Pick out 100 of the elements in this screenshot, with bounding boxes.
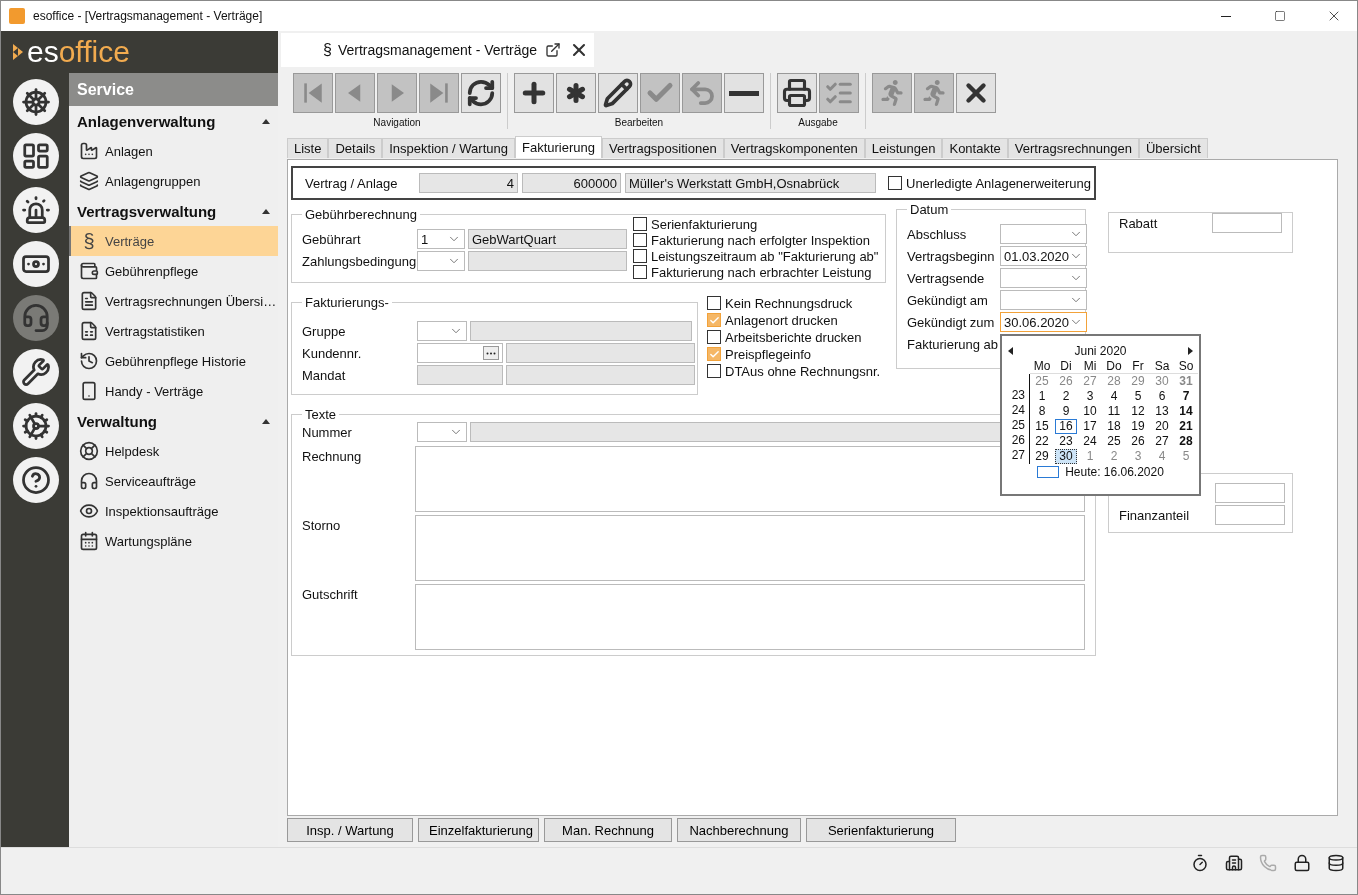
tab[interactable]: Inspektion / Wartung xyxy=(382,138,515,158)
calendar-day[interactable]: 8 xyxy=(1031,404,1053,419)
checkbox[interactable] xyxy=(707,296,721,310)
calendar-day[interactable]: 18 xyxy=(1103,419,1125,434)
today-link[interactable]: Heute: 16.06.2020 xyxy=(1065,465,1164,479)
calendar-day[interactable]: 30 xyxy=(1055,449,1077,464)
calendar-day[interactable]: 12 xyxy=(1127,404,1149,419)
calendar-day[interactable]: 10 xyxy=(1079,404,1101,419)
calendar-day[interactable]: 24 xyxy=(1079,434,1101,449)
calendar-day[interactable]: 5 xyxy=(1175,449,1197,464)
module-button[interactable] xyxy=(13,79,59,125)
section-title[interactable]: Verwaltung xyxy=(77,412,158,430)
dropdown[interactable] xyxy=(1000,290,1087,310)
calendar-day[interactable]: 25 xyxy=(1103,434,1125,449)
nav-item[interactable]: Inspektionsaufträge xyxy=(69,496,278,526)
checkbox[interactable] xyxy=(633,233,647,247)
discount-field[interactable] xyxy=(1212,213,1282,233)
calendar-day[interactable]: 7 xyxy=(1175,389,1197,404)
dropdown[interactable] xyxy=(417,251,465,271)
checkbox[interactable] xyxy=(707,313,721,327)
calendar-day[interactable]: 4 xyxy=(1151,449,1173,464)
text-field[interactable]: GebWartQuart xyxy=(468,229,627,249)
object-number-field[interactable]: 600000 xyxy=(522,173,621,193)
toolbar-button[interactable] xyxy=(514,73,554,113)
document-tab[interactable]: § Vertragsmanagement - Verträge xyxy=(281,33,594,67)
tab[interactable]: Fakturierung xyxy=(514,136,602,158)
module-button[interactable] xyxy=(13,349,59,395)
toolbar-button[interactable] xyxy=(724,73,764,113)
contract-number-field[interactable]: 4 xyxy=(419,173,518,193)
calendar-day[interactable]: 22 xyxy=(1031,434,1053,449)
calendar-day[interactable]: 9 xyxy=(1055,404,1077,419)
calendar-day[interactable]: 3 xyxy=(1127,449,1149,464)
amount-field[interactable] xyxy=(1215,483,1285,503)
calendar-day[interactable]: 19 xyxy=(1127,419,1149,434)
calendar-day[interactable]: 11 xyxy=(1103,404,1125,419)
calendar-day[interactable]: 13 xyxy=(1151,404,1173,419)
nav-item[interactable]: Anlagen xyxy=(69,136,278,166)
calendar-day[interactable]: 2 xyxy=(1103,449,1125,464)
tab[interactable]: Übersicht xyxy=(1138,138,1208,158)
calendar-day[interactable]: 29 xyxy=(1127,374,1149,389)
text-field[interactable] xyxy=(470,321,692,341)
calendar-day[interactable]: 27 xyxy=(1079,374,1101,389)
calendar-day[interactable]: 14 xyxy=(1175,404,1197,419)
building-icon[interactable] xyxy=(1225,854,1243,872)
calendar-day[interactable]: 28 xyxy=(1103,374,1125,389)
calendar-day[interactable]: 4 xyxy=(1103,389,1125,404)
action-button[interactable]: Einzelfakturierung xyxy=(418,818,539,842)
share-field[interactable] xyxy=(1215,505,1285,525)
calendar-day[interactable]: 26 xyxy=(1055,374,1077,389)
lock-icon[interactable] xyxy=(1293,854,1311,872)
nav-item[interactable]: Gebührenpflege xyxy=(69,256,278,286)
previous-month-icon[interactable] xyxy=(1008,347,1013,355)
module-button[interactable] xyxy=(13,133,59,179)
calendar-day[interactable]: 29 xyxy=(1031,449,1053,464)
section-title[interactable]: Vertragsverwaltung xyxy=(77,202,217,220)
calendar-day[interactable]: 31 xyxy=(1175,374,1197,389)
calendar-day[interactable]: 3 xyxy=(1079,389,1101,404)
dropdown[interactable]: 1 xyxy=(417,229,465,249)
calendar-day[interactable]: 6 xyxy=(1151,389,1173,404)
dropdown[interactable]: 30.06.2020 xyxy=(1000,312,1087,332)
tab[interactable]: Vertragspositionen xyxy=(601,138,724,158)
database-icon[interactable] xyxy=(1327,854,1345,872)
toolbar-button[interactable] xyxy=(461,73,501,113)
checkbox[interactable] xyxy=(633,217,647,231)
checkbox[interactable] xyxy=(707,364,721,378)
nav-item[interactable]: Handy - Verträge xyxy=(69,376,278,406)
calendar-day[interactable]: 15 xyxy=(1031,419,1053,434)
more-icon[interactable] xyxy=(483,346,499,360)
section-title[interactable]: Anlagenverwaltung xyxy=(77,112,216,130)
toolbar-button[interactable] xyxy=(556,73,596,113)
text-field[interactable] xyxy=(506,365,695,385)
nav-item[interactable]: Wartungspläne xyxy=(69,526,278,556)
calendar-day[interactable]: 17 xyxy=(1079,419,1101,434)
collapse-icon[interactable] xyxy=(262,418,270,424)
text-field[interactable] xyxy=(417,365,503,385)
module-button[interactable] xyxy=(13,187,59,233)
collapse-icon[interactable] xyxy=(262,208,270,214)
text-field[interactable] xyxy=(468,251,627,271)
collapse-icon[interactable] xyxy=(262,118,270,124)
tab[interactable]: Liste xyxy=(287,138,329,158)
dropdown[interactable] xyxy=(417,422,467,442)
nav-item[interactable]: Vertragsrechnungen Übersi… xyxy=(69,286,278,316)
text-area[interactable] xyxy=(415,515,1085,581)
checkbox[interactable] xyxy=(707,347,721,361)
action-button[interactable]: Serienfakturierung xyxy=(806,818,956,842)
next-month-icon[interactable] xyxy=(1188,347,1193,355)
nav-item[interactable]: Vertragstatistiken xyxy=(69,316,278,346)
toolbar-button[interactable] xyxy=(598,73,638,113)
module-button[interactable] xyxy=(13,241,59,287)
calendar-day[interactable]: 23 xyxy=(1055,434,1077,449)
tab[interactable]: Details xyxy=(328,138,383,158)
calendar-day[interactable]: 20 xyxy=(1151,419,1173,434)
checkbox[interactable] xyxy=(888,176,902,190)
calendar-day[interactable]: 2 xyxy=(1055,389,1077,404)
calendar-day[interactable]: 1 xyxy=(1031,389,1053,404)
calendar-day[interactable]: 5 xyxy=(1127,389,1149,404)
checkbox[interactable] xyxy=(707,330,721,344)
module-button[interactable] xyxy=(13,403,59,449)
action-button[interactable]: Man. Rechnung xyxy=(544,818,672,842)
text-area[interactable] xyxy=(415,584,1085,650)
